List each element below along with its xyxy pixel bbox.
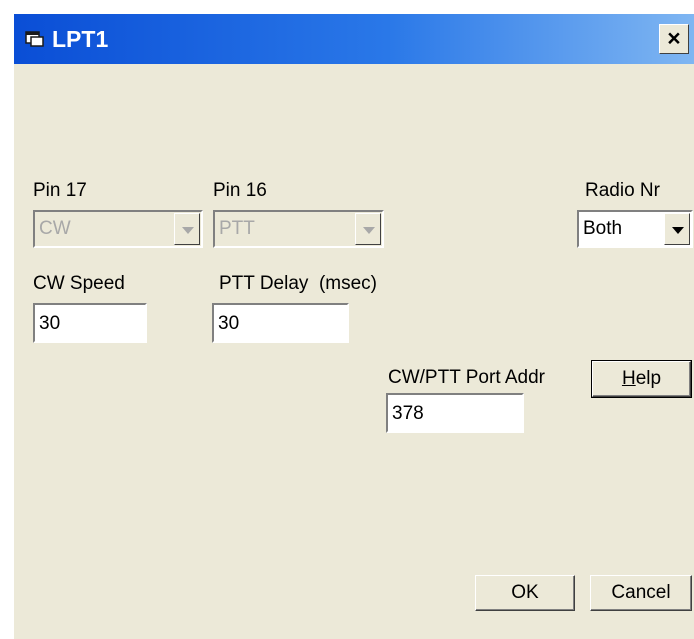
- cw-speed-field[interactable]: [33, 303, 147, 343]
- port-addr-label: CW/PTT Port Addr: [388, 367, 545, 388]
- port-addr-field[interactable]: [386, 393, 524, 433]
- close-icon: ×: [667, 25, 681, 51]
- pin16-select[interactable]: PTT: [213, 210, 384, 248]
- radio-nr-select[interactable]: Both: [577, 210, 693, 248]
- close-button[interactable]: ×: [659, 24, 689, 54]
- chevron-down-icon[interactable]: [355, 213, 381, 245]
- pin17-select[interactable]: CW: [33, 210, 203, 248]
- port-addr-input[interactable]: [388, 395, 522, 431]
- chevron-down-icon[interactable]: [174, 213, 200, 245]
- help-button[interactable]: Help: [591, 360, 692, 398]
- ptt-delay-field[interactable]: [212, 303, 349, 343]
- title-bar[interactable]: LPT1 ×: [14, 14, 694, 64]
- window-icon: [25, 31, 44, 47]
- cancel-button[interactable]: Cancel: [590, 575, 692, 611]
- ok-button[interactable]: OK: [475, 575, 575, 611]
- window-title: LPT1: [52, 26, 109, 52]
- ptt-delay-label: PTT Delay (msec): [219, 273, 378, 294]
- ptt-delay-input[interactable]: [214, 305, 347, 341]
- cw-speed-label: CW Speed: [33, 273, 125, 294]
- cw-speed-input[interactable]: [35, 305, 145, 341]
- help-mnemonic: H: [621, 368, 636, 389]
- radio-nr-label: Radio Nr: [585, 180, 660, 201]
- pin17-value: CW: [39, 218, 71, 239]
- dialog-window: LPT1 × Pin 17 CW Pin 16 PTT Radio Nr Bot…: [14, 14, 694, 639]
- pin16-value: PTT: [219, 218, 255, 239]
- help-label: elp: [635, 368, 662, 389]
- pin16-label: Pin 16: [213, 180, 267, 201]
- radio-nr-value: Both: [583, 218, 623, 239]
- chevron-down-icon[interactable]: [664, 213, 690, 245]
- pin17-label: Pin 17: [33, 180, 87, 201]
